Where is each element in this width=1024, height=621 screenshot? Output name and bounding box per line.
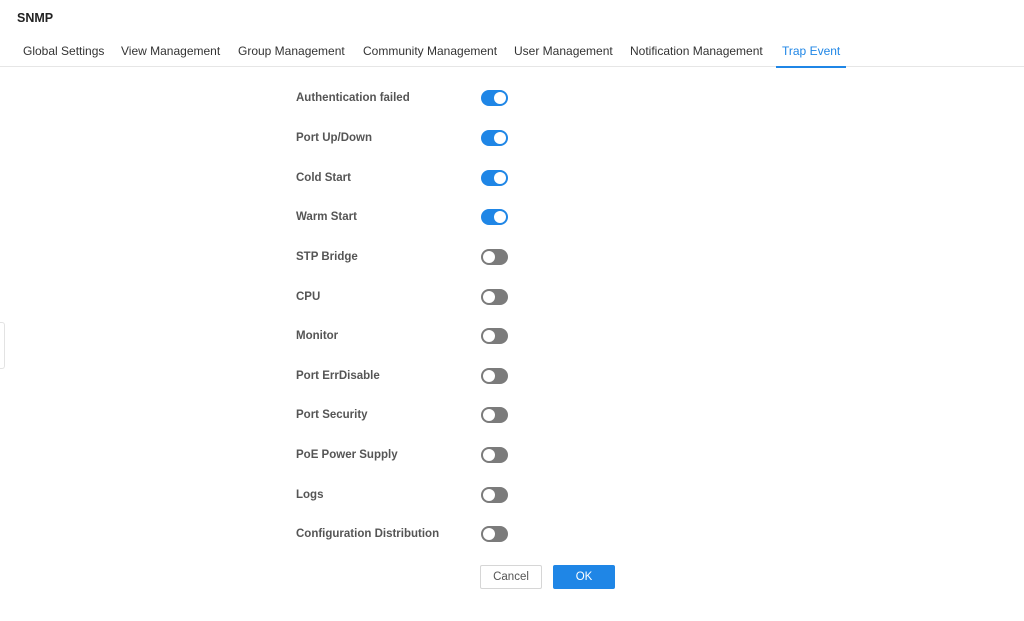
port-errdisable-toggle[interactable] [481, 368, 508, 384]
toggle-knob [483, 449, 495, 461]
toggle-knob [483, 409, 495, 421]
page-title: SNMP [17, 11, 54, 25]
trap-label: Configuration Distribution [296, 528, 440, 540]
trap-row-port-errdisable: Port ErrDisable [296, 368, 536, 388]
trap-row-cpu: CPU [296, 289, 536, 309]
snmp-page: SNMP Global Settings View Management Gro… [0, 0, 1024, 621]
trap-row-port-up-down: Port Up/Down [296, 130, 536, 150]
trap-label: CPU [296, 291, 321, 303]
tab-trap-event[interactable]: Trap Event [775, 36, 847, 68]
toggle-knob [483, 370, 495, 382]
tab-view-management[interactable]: View Management [121, 36, 220, 67]
configuration-distribution-toggle[interactable] [481, 526, 508, 542]
toggle-knob [494, 211, 506, 223]
port-up-down-toggle[interactable] [481, 130, 508, 146]
toggle-knob [483, 251, 495, 263]
toggle-knob [483, 291, 495, 303]
trap-label: Port ErrDisable [296, 370, 380, 382]
trap-label: Port Security [296, 409, 368, 421]
tab-bar: Global Settings View Management Group Ma… [0, 36, 1024, 68]
cpu-toggle[interactable] [481, 289, 508, 305]
tab-global-settings[interactable]: Global Settings [23, 36, 104, 67]
tab-user-management[interactable]: User Management [514, 36, 613, 67]
trap-label: Port Up/Down [296, 132, 373, 144]
authentication-failed-toggle[interactable] [481, 90, 508, 106]
tab-community-management[interactable]: Community Management [363, 36, 497, 67]
stp-bridge-toggle[interactable] [481, 249, 508, 265]
trap-row-cold-start: Cold Start [296, 170, 536, 190]
trap-label: STP Bridge [296, 251, 358, 263]
tab-notification-management[interactable]: Notification Management [630, 36, 763, 67]
toggle-knob [483, 528, 495, 540]
toggle-knob [494, 132, 506, 144]
trap-row-stp-bridge: STP Bridge [296, 249, 536, 269]
trap-label: Cold Start [296, 172, 351, 184]
trap-label: Warm Start [296, 211, 357, 223]
ok-button[interactable]: OK [553, 565, 615, 589]
cold-start-toggle[interactable] [481, 170, 508, 186]
trap-row-port-security: Port Security [296, 407, 536, 427]
trap-row-logs: Logs [296, 487, 536, 507]
port-security-toggle[interactable] [481, 407, 508, 423]
toggle-knob [494, 92, 506, 104]
monitor-toggle[interactable] [481, 328, 508, 344]
trap-row-configuration-distribution: Configuration Distribution [296, 526, 536, 546]
warm-start-toggle[interactable] [481, 209, 508, 225]
trap-row-warm-start: Warm Start [296, 209, 536, 229]
toggle-knob [483, 330, 495, 342]
trap-label: PoE Power Supply [296, 449, 398, 461]
trap-row-poe-power-supply: PoE Power Supply [296, 447, 536, 467]
cancel-button[interactable]: Cancel [480, 565, 542, 589]
toggle-knob [494, 172, 506, 184]
trap-row-monitor: Monitor [296, 328, 536, 348]
trap-row-authentication-failed: Authentication failed [296, 90, 536, 110]
poe-power-supply-toggle[interactable] [481, 447, 508, 463]
tab-group-management[interactable]: Group Management [238, 36, 345, 67]
logs-toggle[interactable] [481, 487, 508, 503]
trap-label: Monitor [296, 330, 339, 342]
trap-label: Logs [296, 489, 324, 501]
sidebar-collapse-handle[interactable] [0, 322, 5, 369]
toggle-knob [483, 489, 495, 501]
trap-label: Authentication failed [296, 92, 410, 104]
